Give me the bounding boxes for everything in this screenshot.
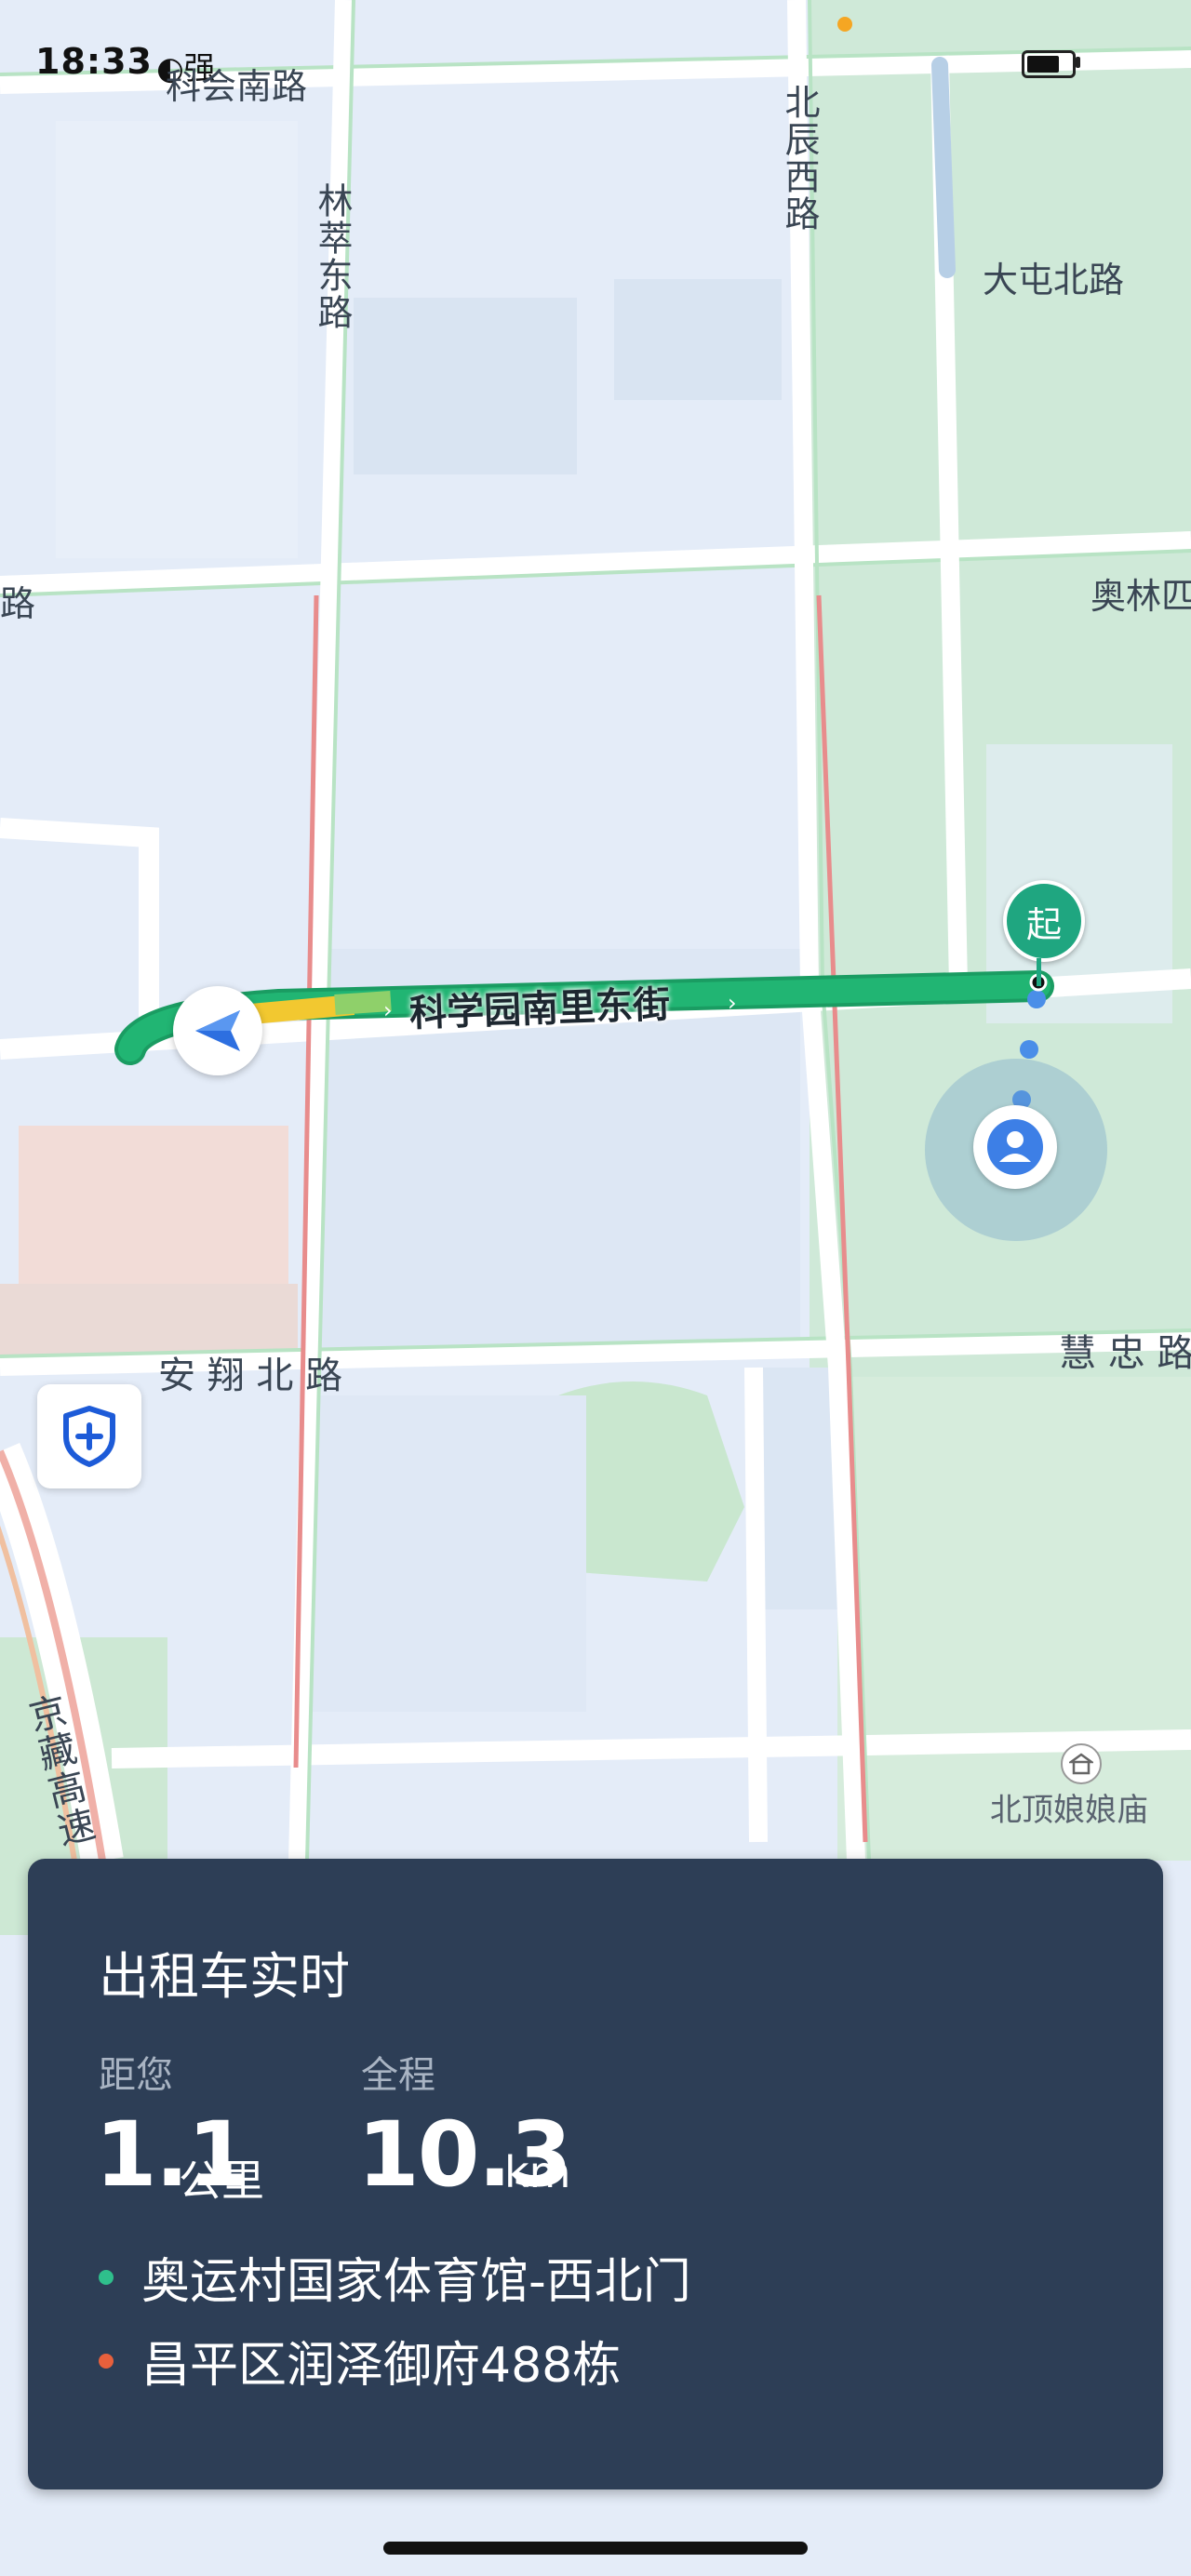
start-marker-stem (1037, 958, 1041, 986)
road-label-huizhong: 慧 忠 路 (1059, 1332, 1191, 1375)
temple-icon[interactable] (1061, 1743, 1102, 1784)
battery-tip (1076, 57, 1080, 68)
svg-text:›: › (728, 990, 737, 1016)
home-indicator[interactable] (383, 2542, 808, 2555)
distance-to-you-unit: 公里 (179, 2156, 264, 2206)
road-label-datun-bei: 大屯北路 (983, 260, 1125, 300)
pickup-address: 奥运村国家体育馆-西北门 (141, 2254, 691, 2310)
total-distance-label: 全程 (361, 2054, 435, 2097)
navigation-arrow-icon (195, 1010, 240, 1051)
dropoff-dot (99, 2353, 114, 2369)
road-label-kehui-nan: 科会南路 (166, 66, 308, 107)
total-distance-unit: km (504, 2147, 571, 2197)
svg-text:›: › (383, 997, 393, 1023)
pickup-row: 奥运村国家体育馆-西北门 (99, 2242, 691, 2312)
pickup-dot (99, 2269, 114, 2285)
card-title: 出租车实时 (99, 1947, 350, 2006)
shield-plus-icon (63, 1406, 115, 1467)
route-street-label: 科学园南里东街 (408, 983, 671, 1035)
user-location-pin[interactable] (973, 1105, 1057, 1189)
safety-shield-button[interactable] (37, 1384, 141, 1488)
dropoff-row: 昌平区润泽御府488栋 (99, 2326, 621, 2396)
battery-icon (1022, 50, 1076, 78)
privacy-indicator-dot (837, 17, 852, 32)
dropoff-address: 昌平区润泽御府488栋 (141, 2338, 622, 2394)
poi-label[interactable]: 北顶娘娘庙 (990, 1784, 1148, 1830)
status-time: 18:33 (35, 41, 153, 82)
road-label-left: 路 (0, 583, 36, 624)
vehicle-arrow (173, 986, 262, 1075)
distance-to-you-label: 距您 (99, 2054, 173, 2097)
road-label-lincui-dong: 林萃东路 (312, 182, 353, 331)
start-marker[interactable]: 起 (1003, 880, 1085, 962)
road-label-anxiang-bei: 安 翔 北 路 (158, 1355, 343, 1397)
taxi-info-card[interactable]: 出租车实时 距您 1.1 公里 全程 10.3 km 奥运村国家体育馆-西北门 … (28, 1859, 1163, 2489)
road-label-aolin: 奥林匹 (1091, 576, 1191, 617)
road-label-beichen-xi: 北辰西路 (779, 84, 820, 233)
user-avatar-icon (987, 1119, 1043, 1175)
